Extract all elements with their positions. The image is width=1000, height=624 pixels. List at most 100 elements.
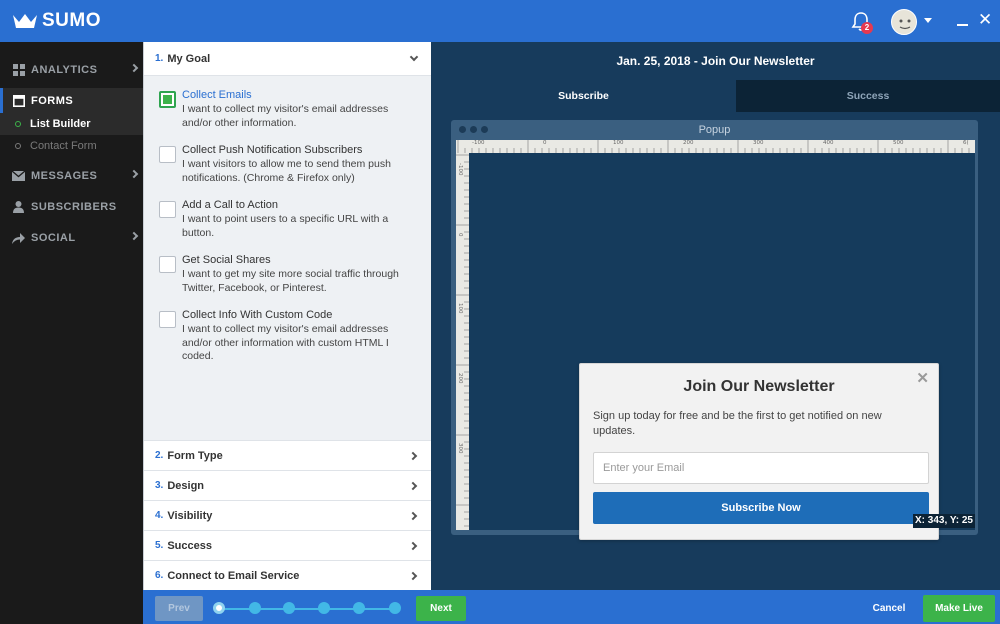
checkbox-checked[interactable] [159,91,176,108]
ruler-left: -100 0 100 200 300 [456,153,469,530]
popup-preview-window: Popup -100 0 100 200 300 400 500 6( -100… [451,120,978,540]
settings-panel: 1. My Goal Collect Emails I want to coll… [143,42,431,590]
bottom-bar: Prev Next Cancel Make Live [143,590,1000,624]
preview-title: Jan. 25, 2018 - Join Our Newsletter [616,54,815,68]
subitem-label: Contact Form [30,140,97,152]
tab-success[interactable]: Success [736,80,1000,112]
step-visibility[interactable]: 4. Visibility [144,500,431,530]
logo-text: SUMO [42,10,101,31]
progress-step-1[interactable] [213,602,225,614]
sidebar-subitem-contact-form[interactable]: Contact Form [0,135,143,157]
step-design[interactable]: 3. Design [144,470,431,500]
ruler-label: 100 [613,140,624,146]
chevron-right-icon [129,231,139,241]
sidebar-subitem-list-builder[interactable]: List Builder [0,113,143,135]
ruler-left-ticks [456,154,469,527]
step-number: 1. [155,53,164,64]
preview-area: Jan. 25, 2018 - Join Our Newsletter Subs… [431,42,1000,590]
option-description: I want visitors to allow me to send them… [182,158,391,184]
top-bar: SUMO 2 ✕ [0,0,1000,42]
ruler-label: 0 [543,140,547,146]
checkbox[interactable] [159,256,176,273]
caret-down-icon[interactable] [924,18,932,23]
goal-option-custom-code[interactable]: Collect Info With Custom Code I want to … [159,309,419,364]
prev-button[interactable]: Prev [155,596,203,621]
goal-option-call-to-action[interactable]: Add a Call to Action I want to point use… [159,199,419,239]
active-dot-icon [15,121,21,127]
checkbox[interactable] [159,146,176,163]
sumo-logo[interactable]: SUMO [12,10,101,32]
tab-label: Success [846,90,890,102]
cancel-button[interactable]: Cancel [863,596,915,621]
step-title: Design [167,479,205,492]
option-description: I want to collect my visitor's email add… [182,323,389,362]
minimize-icon[interactable] [957,12,969,26]
email-input[interactable] [593,452,929,484]
ruler-top: -100 0 100 200 300 400 500 6( [456,140,975,153]
progress-step-6[interactable] [389,602,401,614]
checkbox[interactable] [159,311,176,328]
step-title: Connect to Email Service [167,569,300,582]
ruler-label: 100 [457,303,463,314]
progress-step-4[interactable] [318,602,330,614]
close-icon[interactable]: ✕ [978,11,992,28]
progress-step-5[interactable] [353,602,365,614]
option-description: I want to get my site more social traffi… [182,268,399,294]
subscribe-now-button[interactable]: Subscribe Now [593,492,929,524]
envelope-icon [12,170,25,183]
avatar[interactable] [891,9,917,35]
ruler-label: 400 [823,140,834,146]
sidebar-item-social[interactable]: SOCIAL [0,225,143,251]
sidebar-item-forms[interactable]: FORMS [0,88,143,114]
newsletter-popup[interactable]: ✕ Join Our Newsletter Sign up today for … [579,363,939,540]
step-my-goal-header[interactable]: 1. My Goal [144,42,431,76]
step-title: Form Type [167,449,223,462]
tab-label: Subscribe [558,90,609,102]
step-success[interactable]: 5. Success [144,530,431,560]
chevron-right-icon [408,541,418,551]
chevron-right-icon [408,511,418,521]
sidebar: ANALYTICS FORMS List Builder Contact For… [0,42,143,624]
step-number: 4. [155,510,164,521]
ruler-label: -100 [472,140,485,146]
goal-option-social-shares[interactable]: Get Social Shares I want to get my site … [159,254,419,294]
tab-subscribe[interactable]: Subscribe [431,80,736,112]
cursor-coordinates: X: 343, Y: 25 [913,514,975,528]
ruler-label: 0 [457,233,463,237]
sidebar-item-label: SOCIAL [31,232,76,244]
next-button[interactable]: Next [416,596,466,621]
avatar-face-icon [893,11,916,34]
goal-option-collect-emails[interactable]: Collect Emails I want to collect my visi… [159,89,419,129]
sidebar-item-subscribers[interactable]: SUBSCRIBERS [0,194,143,220]
goal-option-push-subscribers[interactable]: Collect Push Notification Subscribers I … [159,144,419,184]
step-number: 3. [155,480,164,491]
dot-icon [15,143,21,149]
option-title: Collect Emails [182,89,252,101]
progress-step-3[interactable] [283,602,295,614]
sidebar-item-label: SUBSCRIBERS [31,201,117,213]
chevron-down-icon [409,52,419,62]
chevron-right-icon [408,481,418,491]
step-form-type[interactable]: 2. Form Type [144,440,431,470]
share-icon [12,232,25,245]
sidebar-item-analytics[interactable]: ANALYTICS [0,57,143,83]
crown-icon [13,14,37,28]
ruler-label: 500 [893,140,904,146]
option-title: Collect Info With Custom Code [182,309,333,321]
option-title: Collect Push Notification Subscribers [182,144,363,156]
step-number: 2. [155,450,164,461]
popup-title: Join Our Newsletter [683,378,835,395]
sidebar-item-messages[interactable]: MESSAGES [0,163,143,189]
step-number: 5. [155,540,164,551]
make-live-button[interactable]: Make Live [923,595,995,622]
option-title: Add a Call to Action [182,199,279,211]
checkbox[interactable] [159,201,176,218]
form-icon [12,95,25,108]
design-canvas[interactable]: ✕ Join Our Newsletter Sign up today for … [469,153,975,540]
progress-step-2[interactable] [249,602,261,614]
sidebar-item-label: ANALYTICS [31,64,98,76]
step-connect-email-service[interactable]: 6. Connect to Email Service [144,560,431,590]
step-title: Success [167,539,212,552]
person-icon [12,201,25,214]
option-description: I want to point users to a specific URL … [182,213,389,239]
